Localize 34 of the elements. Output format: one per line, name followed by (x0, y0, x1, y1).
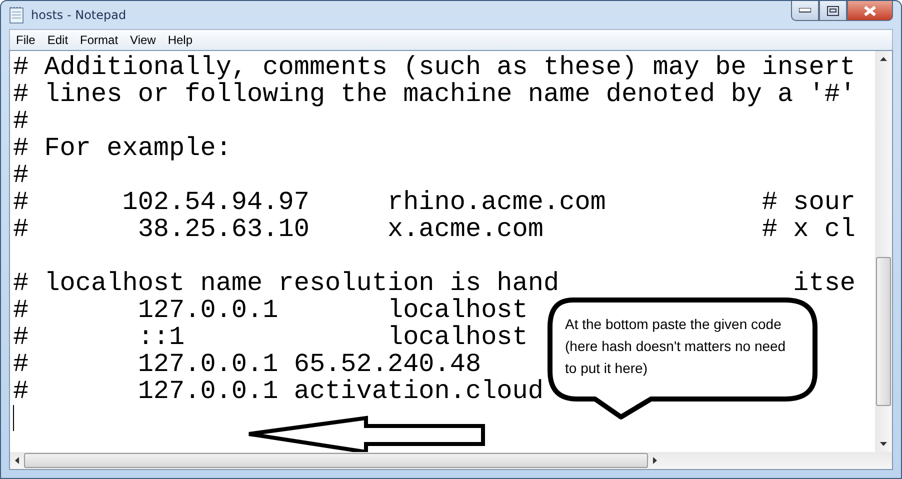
text-line: # 102.54.94.97 rhino.acme.com # sour (13, 189, 856, 216)
callout-text: At the bottom paste the given code (here hash doesn't matters no need to put it here) (565, 315, 787, 378)
notepad-icon (9, 6, 25, 24)
menu-item[interactable]: Help (162, 33, 199, 47)
menu-item[interactable]: File (10, 33, 42, 47)
horizontal-scrollbar[interactable] (9, 452, 893, 470)
vertical-scrollbar[interactable] (875, 51, 892, 452)
maximize-icon (827, 6, 839, 16)
text-fragment: itse (793, 270, 856, 297)
window-title: hosts - Notepad (31, 8, 126, 22)
text-line: # Additionally, comments (such as these) may be insert (13, 54, 856, 81)
text-line: # localhost name resolution is hand (13, 270, 560, 297)
close-button[interactable] (847, 1, 893, 21)
text-line: # (13, 162, 29, 189)
menu-item[interactable]: Edit (41, 33, 74, 47)
scroll-right-icon (653, 457, 657, 464)
close-icon (863, 6, 877, 16)
text-line: # lines or following the machine name denoted by a '#' (13, 81, 856, 108)
menu-item[interactable]: View (124, 33, 162, 47)
minimize-button[interactable] (791, 1, 819, 21)
scroll-up-icon (880, 57, 887, 61)
text-line: # 127.0.0.1 activation.cloud (13, 378, 544, 405)
scroll-left-icon (15, 457, 19, 464)
text-cursor (13, 405, 14, 431)
text-line: # For example: (13, 135, 232, 162)
text-line: # 38.25.63.10 x.acme.com # x cl (13, 216, 856, 243)
text-line: # (13, 108, 29, 135)
text-line: # 127.0.0.1 65.52.240.48 (13, 351, 482, 378)
menu-item[interactable]: Format (74, 33, 124, 47)
text-line: # ::1 localhost (13, 324, 528, 351)
maximize-button[interactable] (819, 1, 847, 21)
text-line: # 127.0.0.1 localhost (13, 297, 528, 324)
minimize-icon (799, 8, 811, 13)
scroll-down-icon (880, 442, 887, 446)
